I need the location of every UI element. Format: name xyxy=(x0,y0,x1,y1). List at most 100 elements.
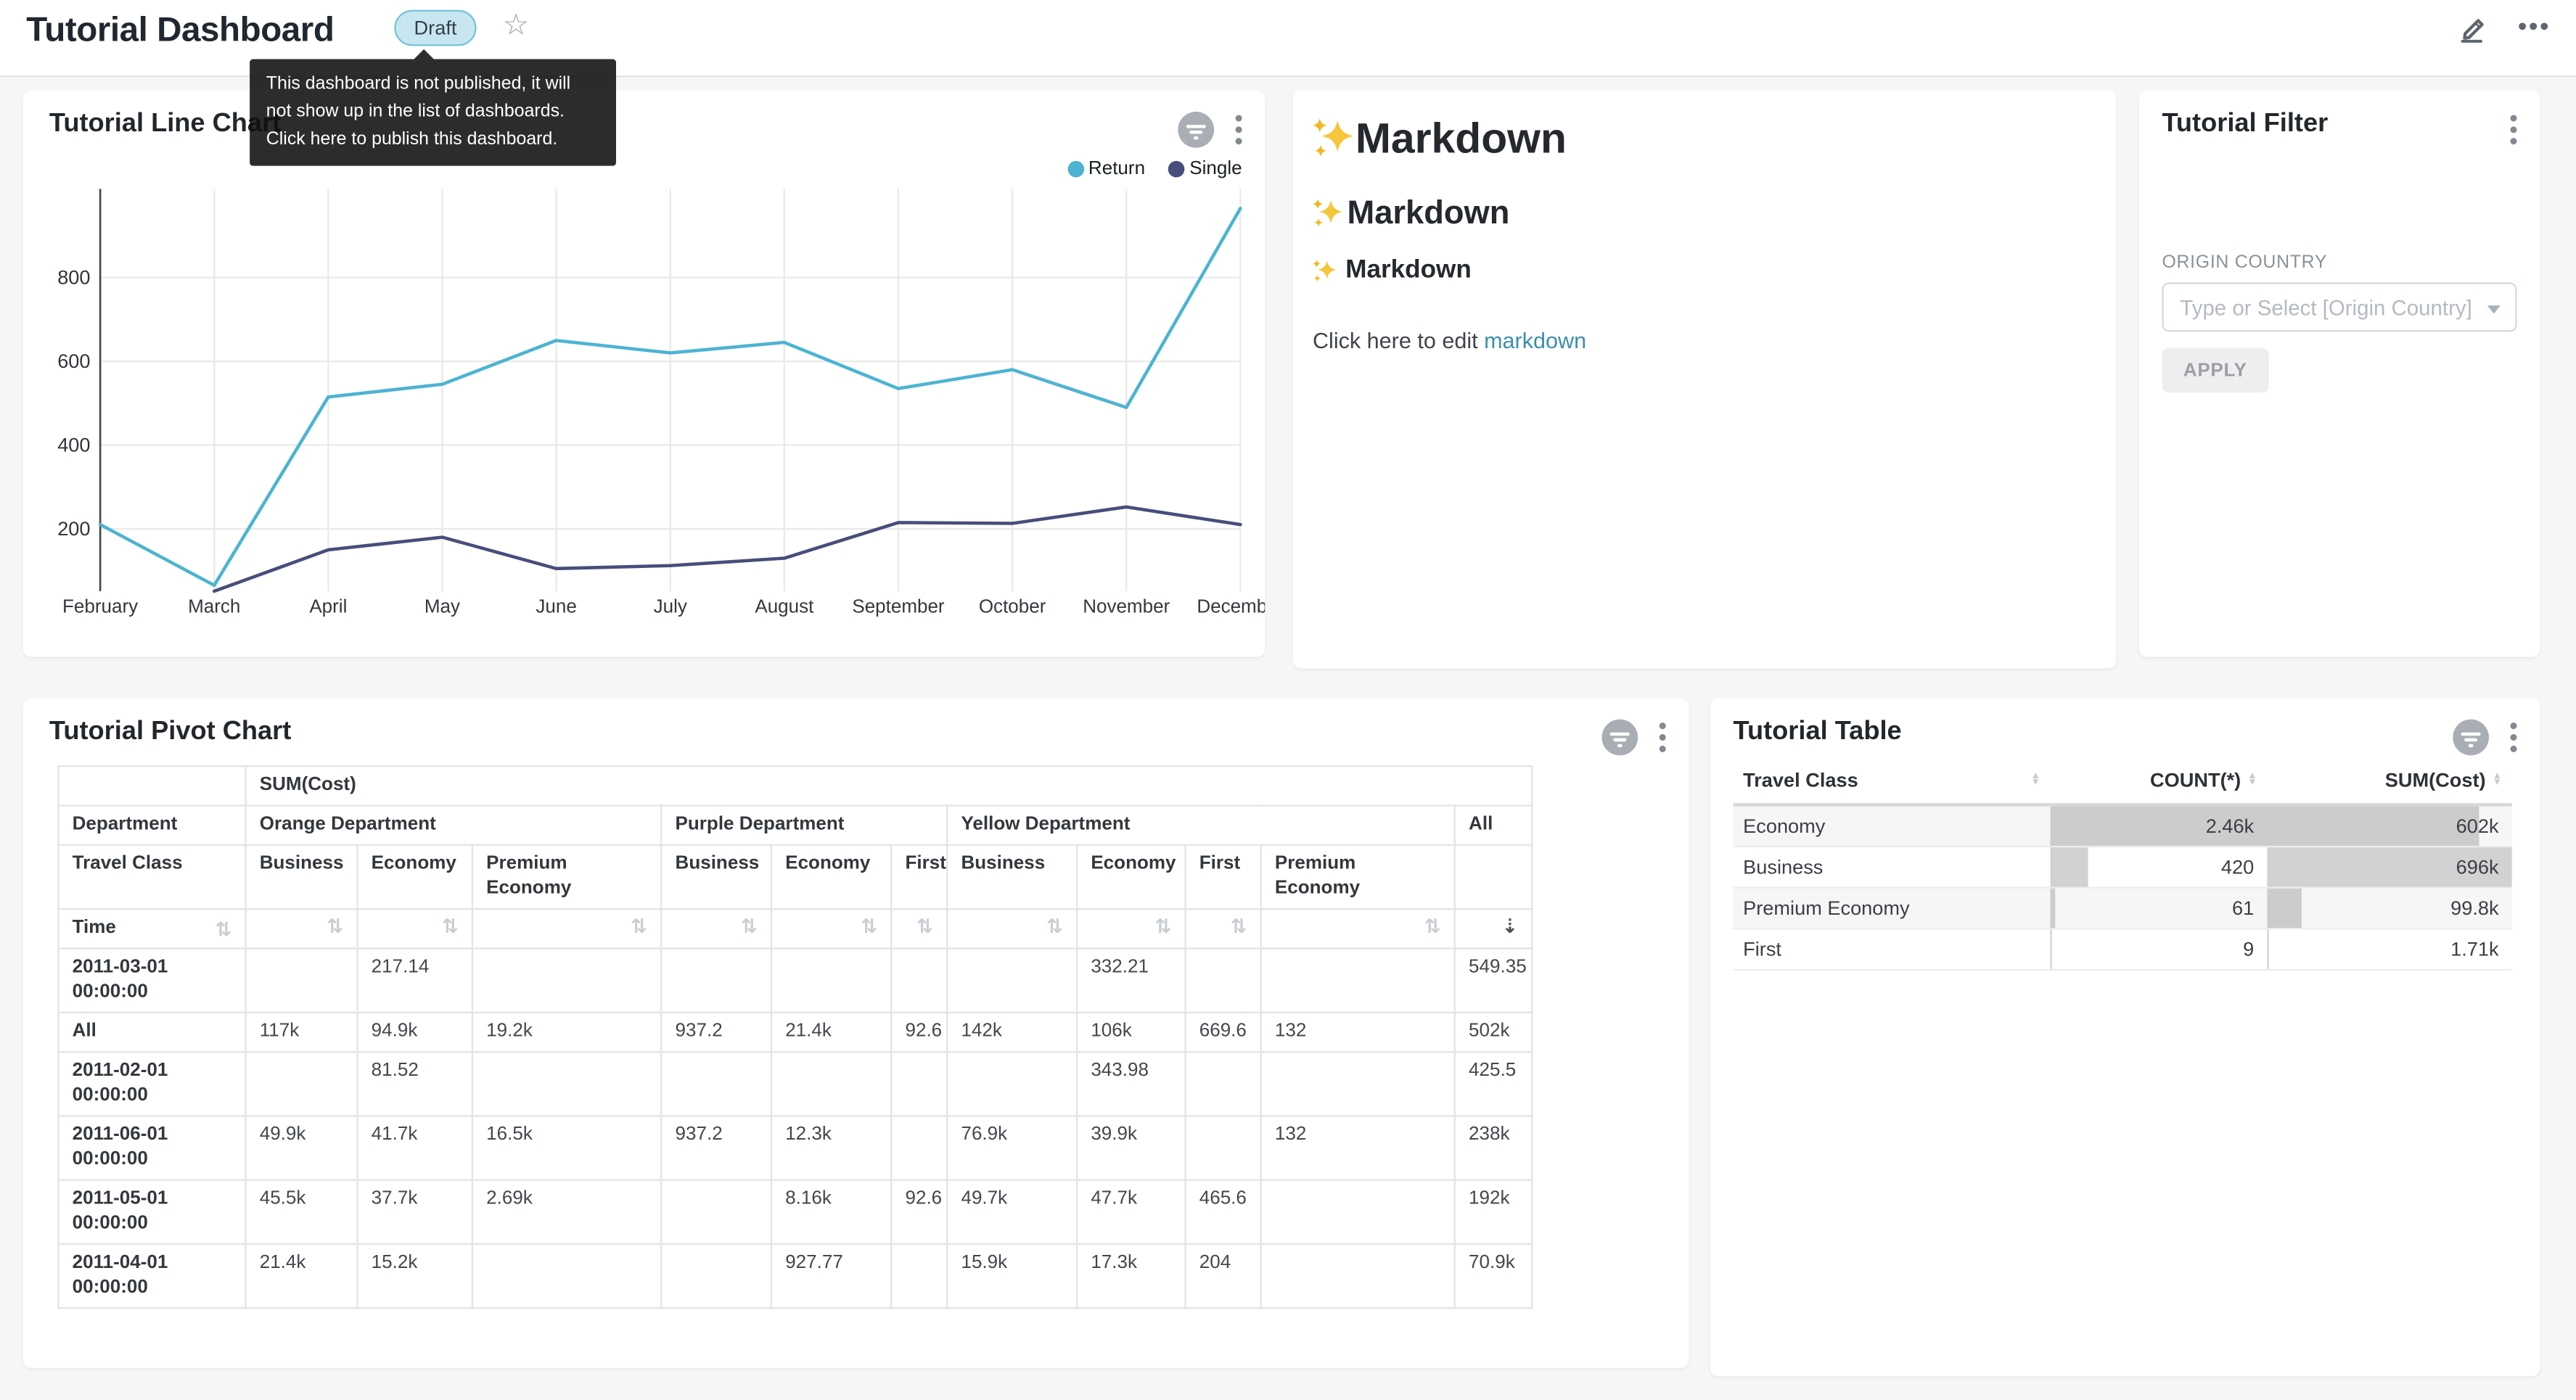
apply-button[interactable]: APPLY xyxy=(2162,348,2268,392)
table-row: Premium Economy6199.8k xyxy=(1734,888,2512,929)
svg-text:August: August xyxy=(755,595,814,617)
pivot-sort-cell: ⇅ xyxy=(1077,909,1185,948)
pivot-value-cell: 21.4k xyxy=(245,1244,357,1308)
pivot-group-header: Yellow Department xyxy=(947,806,1455,845)
pivot-sort-cell: ⇅ xyxy=(472,909,661,948)
chart-legend: Return Single xyxy=(1067,160,1242,179)
more-actions-icon[interactable] xyxy=(2514,7,2553,46)
pivot-value-cell: 343.98 xyxy=(1077,1052,1185,1116)
cell-bar xyxy=(2051,889,2056,928)
svg-text:May: May xyxy=(424,595,460,617)
sort-carets-icon: ▲▼ xyxy=(2493,773,2502,787)
pivot-value-cell: 132 xyxy=(1261,1013,1455,1052)
table-title: Tutorial Table xyxy=(1734,717,1902,747)
pivot-sort-cell: Time⇅ xyxy=(58,909,245,948)
pivot-value-cell xyxy=(661,1052,771,1116)
pivot-value-cell xyxy=(1261,1244,1455,1308)
sort-toggle-icon[interactable]: ⇅ xyxy=(442,916,459,936)
sort-toggle-icon[interactable]: ⇅ xyxy=(861,916,877,936)
pivot-value-cell: 92.6 xyxy=(891,1180,947,1244)
legend-item-single[interactable]: Single xyxy=(1168,160,1242,179)
pivot-class-header: Economy xyxy=(771,845,891,909)
cell-bar xyxy=(2051,847,2088,886)
pivot-value-cell xyxy=(947,948,1077,1012)
metric-cell: 602k xyxy=(2267,804,2511,847)
legend-label: Single xyxy=(1189,160,1242,179)
sort-toggle-icon[interactable]: ⇅ xyxy=(1231,916,1247,936)
svg-text:November: November xyxy=(1083,595,1170,617)
cell-value: 9 xyxy=(2243,929,2254,968)
pivot-value-cell: 94.9k xyxy=(357,1013,472,1052)
sort-toggle-icon[interactable]: ⇅ xyxy=(1154,916,1171,936)
table-row: First91.71k xyxy=(1734,928,2512,970)
pivot-value-cell xyxy=(1261,1052,1455,1116)
pivot-value-cell: 465.6 xyxy=(1185,1180,1260,1244)
sort-toggle-icon[interactable]: ⇅ xyxy=(916,916,933,936)
pivot-corner-cell xyxy=(58,766,245,805)
travel-class-cell: Premium Economy xyxy=(1734,888,2051,929)
pivot-value-cell: 81.52 xyxy=(357,1052,472,1116)
pivot-value-cell: 192k xyxy=(1455,1180,1533,1244)
pivot-value-cell: 92.6 xyxy=(891,1013,947,1052)
pivot-value-cell: 927.77 xyxy=(771,1244,891,1308)
legend-item-return[interactable]: Return xyxy=(1067,160,1145,179)
sort-toggle-icon[interactable]: ⇅ xyxy=(741,916,758,936)
pivot-value-cell xyxy=(891,1116,947,1179)
sort-toggle-icon[interactable]: ⇅ xyxy=(1046,916,1063,936)
pivot-title: Tutorial Pivot Chart xyxy=(49,717,291,747)
pivot-value-cell: 238k xyxy=(1455,1116,1533,1179)
pivot-value-cell: 425.5 xyxy=(1455,1052,1533,1116)
table-kebab-icon[interactable] xyxy=(2507,720,2520,756)
pivot-value-cell: 8.16k xyxy=(771,1180,891,1244)
return-legend-dot xyxy=(1067,161,1083,178)
pivot-value-cell: 39.9k xyxy=(1077,1116,1185,1179)
svg-text:March: March xyxy=(188,595,240,617)
origin-country-select[interactable]: Type or Select [Origin Country] xyxy=(2162,282,2516,332)
pivot-sort-cell: ⇅ xyxy=(245,909,357,948)
pivot-value-cell xyxy=(771,948,891,1012)
travel-class-cell: First xyxy=(1734,928,2051,970)
travel-class-cell: Economy xyxy=(1734,804,2051,847)
pivot-value-cell: 47.7k xyxy=(1077,1180,1185,1244)
metric-cell: 9 xyxy=(2051,928,2268,970)
pivot-class-header: Business xyxy=(245,845,357,909)
pivot-value-cell: 2.69k xyxy=(472,1180,661,1244)
draft-badge[interactable]: Draft xyxy=(394,10,476,46)
pivot-kebab-icon[interactable] xyxy=(1656,720,1669,756)
table-column-header-count-[interactable]: COUNT(*)▲▼ xyxy=(2051,760,2268,804)
tooltip-arrow xyxy=(414,49,434,59)
pivot-value-cell: 19.2k xyxy=(472,1013,661,1052)
metric-cell: 61 xyxy=(2051,888,2268,929)
edit-dashboard-icon[interactable] xyxy=(2451,7,2490,46)
travel-class-cell: Business xyxy=(1734,847,2051,888)
pivot-class-header: Premium Economy xyxy=(472,845,661,909)
sort-toggle-icon[interactable]: ⇅ xyxy=(215,919,231,939)
pivot-sort-cell: ⇅ xyxy=(357,909,472,948)
favorite-star-icon[interactable]: ☆ xyxy=(503,8,530,43)
cross-filter-icon[interactable] xyxy=(2453,720,2489,756)
cell-value: 2.46k xyxy=(2206,807,2254,846)
pivot-sort-cell: ⇅ xyxy=(891,909,947,948)
cell-value: 420 xyxy=(2221,847,2254,886)
pivot-value-cell: 76.9k xyxy=(947,1116,1077,1179)
filter-kebab-icon[interactable] xyxy=(2507,112,2520,148)
pivot-value-cell: 12.3k xyxy=(771,1116,891,1179)
pivot-sort-cell: ⇅ xyxy=(1185,909,1260,948)
pivot-value-cell xyxy=(245,1052,357,1116)
pivot-value-cell xyxy=(1185,1052,1260,1116)
cell-value: 696k xyxy=(2456,847,2499,886)
markdown-link[interactable]: markdown xyxy=(1484,329,1586,353)
sort-toggle-icon[interactable]: ⇅ xyxy=(327,916,343,936)
cross-filter-icon[interactable] xyxy=(1601,720,1638,756)
pivot-value-cell: 117k xyxy=(245,1013,357,1052)
table-column-header-sum-cost-[interactable]: SUM(Cost)▲▼ xyxy=(2267,760,2511,804)
pivot-class-header: Business xyxy=(947,845,1077,909)
sort-toggle-icon[interactable]: ⇅ xyxy=(631,916,647,936)
select-placeholder: Type or Select [Origin Country] xyxy=(2180,295,2472,319)
pivot-value-cell xyxy=(1261,1180,1455,1244)
svg-text:600: 600 xyxy=(57,350,90,372)
sort-toggle-icon[interactable]: ⇅ xyxy=(1424,916,1441,936)
pivot-sort-cell: ⇣ xyxy=(1455,909,1533,948)
table-column-header-travel-class[interactable]: Travel Class▲▼ xyxy=(1734,760,2051,804)
sort-desc-active-icon[interactable]: ⇣ xyxy=(1502,916,1519,936)
